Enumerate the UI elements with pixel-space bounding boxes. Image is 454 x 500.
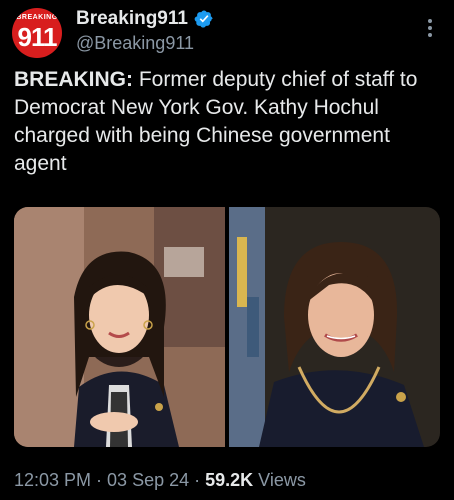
meta-separator: · (189, 470, 206, 490)
tweet-meta: 12:03 PM · 03 Sep 24 · 59.2K Views (14, 470, 306, 491)
photo-right-woman-portrait[interactable] (229, 207, 440, 447)
views-count[interactable]: 59.2K (205, 470, 253, 490)
media-grid (14, 207, 440, 447)
meta-separator: · (91, 470, 108, 490)
tweet-text: BREAKING: Former deputy chief of staff t… (14, 66, 444, 178)
more-options-icon[interactable] (420, 16, 440, 40)
display-name[interactable]: Breaking911 (76, 8, 188, 30)
tweet-time[interactable]: 12:03 PM (14, 470, 91, 490)
tweet-date[interactable]: 03 Sep 24 (107, 470, 189, 490)
handle[interactable]: @Breaking911 (76, 33, 194, 54)
avatar[interactable]: BREAKING 911 (12, 8, 62, 58)
verified-badge-icon (194, 9, 214, 29)
name-row: Breaking911 (76, 8, 214, 30)
avatar-banner-text: BREAKING (16, 14, 58, 21)
tweet-lead: BREAKING: (14, 68, 133, 91)
tweet-header: BREAKING 911 Breaking911 @Breaking911 (12, 6, 442, 58)
avatar-number-text: 911 (17, 22, 58, 52)
views-label: Views (253, 470, 306, 490)
photo-left-woman-portrait[interactable] (14, 207, 225, 447)
